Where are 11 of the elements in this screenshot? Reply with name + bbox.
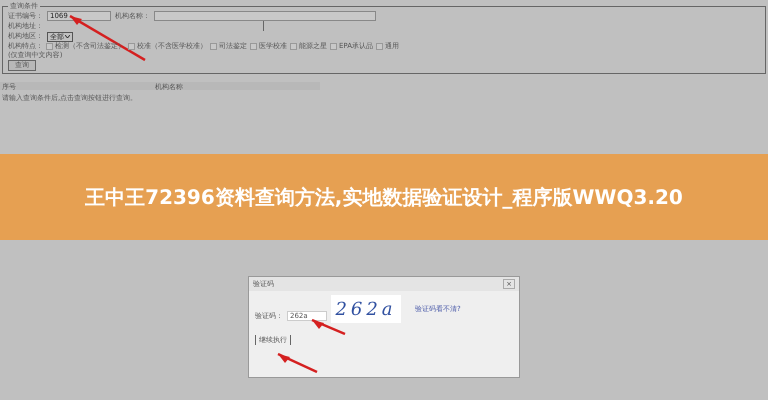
- checkbox[interactable]: [290, 43, 297, 50]
- text-field[interactable]: [154, 11, 376, 21]
- checkbox[interactable]: [46, 43, 53, 50]
- checkbox[interactable]: [128, 43, 135, 50]
- caret-icon: [65, 35, 70, 38]
- checkbox[interactable]: [330, 43, 337, 50]
- checkbox[interactable]: [250, 43, 257, 50]
- checkbox[interactable]: [376, 43, 383, 50]
- checkbox[interactable]: [210, 43, 217, 50]
- captcha-image: 262a: [331, 295, 401, 323]
- banner-title: 王中王72396资料查询方法,实地数据验证设计_程序版WWQ3.20: [85, 184, 683, 211]
